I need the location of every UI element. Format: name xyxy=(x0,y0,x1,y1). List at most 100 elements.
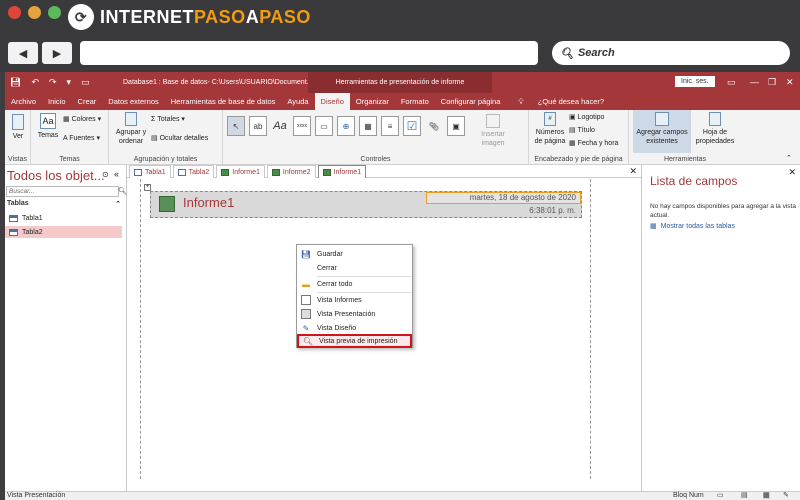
nav-item-tabla2[interactable]: Tabla2 xyxy=(5,226,122,238)
collapse-section-icon[interactable]: ⌃ xyxy=(115,200,121,208)
tab-herramientas-bd[interactable]: Herramientas de base de datos xyxy=(165,93,282,110)
ocultar-detalles-button[interactable]: ▤ Ocultar detalles xyxy=(151,134,208,143)
group-controles: ↖ ab Aa xxxx ▭ ⊕ ▦ ≡ ☑ 📎︎ ▣ Insertar ima… xyxy=(223,110,529,165)
colores-button[interactable]: ▦ Colores ▾ xyxy=(63,115,101,124)
group-herramientas: Agregar campos existentes Hoja de propie… xyxy=(629,110,741,165)
nav-section-tablas[interactable]: Tablas ⌃ xyxy=(7,200,125,208)
menu-item-vista-previa[interactable]: 🔍︎ Vista previa de impresión xyxy=(297,334,412,348)
agrupar-ordenar-button[interactable]: Agrupar y ordenar xyxy=(115,112,147,146)
browser-search[interactable]: 🔍︎ Search xyxy=(552,41,790,65)
doc-tab-tabla2[interactable]: Tabla2 xyxy=(172,165,215,178)
maximize-window-dot[interactable] xyxy=(48,6,61,19)
window-icon[interactable]: ▭ xyxy=(81,77,90,88)
report-view-status-icon[interactable]: ▭ xyxy=(717,491,724,499)
totales-button[interactable]: Σ Totales ▾ xyxy=(151,115,185,124)
layout-view-status-icon[interactable]: ▦ xyxy=(763,491,770,499)
fecha-hora-button[interactable]: ▦ Fecha y hora xyxy=(569,139,618,148)
undo-icon[interactable]: ↶ xyxy=(31,77,39,88)
sign-in-button[interactable]: Inic. ses. xyxy=(675,76,715,87)
insertar-imagen-button[interactable]: Insertar imagen xyxy=(473,114,513,148)
report-time[interactable]: 6:38:01 p. m. xyxy=(529,206,576,215)
close-window-dot[interactable] xyxy=(8,6,21,19)
close-pane-icon[interactable]: ✕ xyxy=(788,167,796,178)
checkbox-control-icon[interactable]: ☑ xyxy=(403,116,421,136)
label-control-icon[interactable]: Aa xyxy=(271,116,289,136)
design-view-status-icon[interactable]: ✎ xyxy=(783,491,789,499)
doc-tab-tabla1[interactable]: Tabla1 xyxy=(129,165,171,178)
attachment-control-icon[interactable]: 📎︎ xyxy=(425,116,443,136)
agregar-campos-button[interactable]: Agregar campos existentes xyxy=(633,110,691,153)
doc-tab-informe1[interactable]: Informe1 xyxy=(216,165,265,178)
minimize-icon[interactable]: — xyxy=(750,77,759,87)
report-logo-icon[interactable] xyxy=(159,196,175,212)
tab-organizar[interactable]: Organizar xyxy=(350,93,395,110)
collapse-ribbon-icon[interactable]: ⌃ xyxy=(786,154,792,163)
tab-configurar-pagina[interactable]: Configurar página xyxy=(435,93,507,110)
doc-tab-informe2[interactable]: Informe2 xyxy=(266,165,316,178)
status-bar: Vista Presentación Bloq Num ▭ ▤ ▦ ✎ xyxy=(5,491,800,500)
menu-item-vista-diseno[interactable]: ✎ Vista Diseño xyxy=(297,321,412,335)
report-date[interactable]: martes, 18 de agosto de 2020 xyxy=(426,192,581,204)
ver-button[interactable]: Ver xyxy=(8,114,28,141)
temas-button[interactable]: Aa Temas xyxy=(37,113,59,140)
select-pointer-icon[interactable]: ↖ xyxy=(227,116,245,136)
tab-inicio[interactable]: Inicio xyxy=(42,93,72,110)
nav-item-tabla1[interactable]: Tabla1 xyxy=(5,212,122,224)
customize-qat-icon[interactable]: ▾ xyxy=(67,77,72,88)
ribbon-display-icon[interactable]: ▭ xyxy=(727,77,736,88)
image-control-icon[interactable]: ▣ xyxy=(447,116,465,136)
collapse-nav-icon[interactable]: « xyxy=(114,169,119,179)
tab-archivo[interactable]: Archivo xyxy=(5,93,42,110)
menu-item-guardar[interactable]: 💾︎ Guardar xyxy=(297,247,412,261)
numeros-pagina-button[interactable]: # Números de página xyxy=(533,112,567,146)
restore-icon[interactable]: ❐ xyxy=(768,77,776,88)
logotipo-button[interactable]: ▣ Logotipo xyxy=(569,113,604,122)
hyperlink-control-icon[interactable]: ⊕ xyxy=(337,116,355,136)
report-title[interactable]: Informe1 xyxy=(183,195,234,210)
redo-icon[interactable]: ↷ xyxy=(49,77,57,88)
titulo-button[interactable]: ▤ Título xyxy=(569,126,595,135)
navigation-control-icon[interactable]: ▦ xyxy=(359,116,377,136)
hoja-propiedades-button[interactable]: Hoja de propiedades xyxy=(693,112,737,146)
close-icon[interactable]: ✕ xyxy=(786,77,794,88)
textbox-control-icon[interactable]: ab xyxy=(249,116,267,136)
report-header-band[interactable]: Informe1 martes, 18 de agosto de 2020 6:… xyxy=(150,191,582,218)
nav-menu-icon[interactable]: ⊙ xyxy=(102,170,109,179)
group-label-agrupacion: Agrupación y totales xyxy=(133,156,198,163)
calendar-icon: ▦ xyxy=(569,140,578,147)
doc-tab-informe1-active[interactable]: Informe1 xyxy=(317,165,367,178)
show-all-tables-link[interactable]: ▦ Mostrar todas las tablas xyxy=(650,222,735,231)
close-document-icon[interactable]: ✕ xyxy=(629,166,637,177)
menu-item-cerrar[interactable]: Cerrar xyxy=(297,261,412,275)
print-preview-status-icon[interactable]: ▤ xyxy=(741,491,748,499)
page-number-icon: # xyxy=(544,112,556,126)
button-control-icon[interactable]: xxxx xyxy=(293,116,311,136)
menu-item-cerrar-todo[interactable]: ▬ Cerrar todo xyxy=(297,277,412,291)
nav-search-input[interactable]: Buscar... xyxy=(6,186,119,197)
tell-me-box[interactable]: 💡︎ ¿Qué desea hacer? xyxy=(506,93,616,110)
context-tools-title: Herramientas de presentación de informe xyxy=(308,72,492,93)
save-icon[interactable]: 💾︎ xyxy=(10,77,21,88)
tab-datos-externos[interactable]: Datos externos xyxy=(102,93,164,110)
tab-control-icon[interactable]: ▭ xyxy=(315,116,333,136)
layout-move-handle[interactable]: + xyxy=(144,184,151,191)
site-logo: ⟳ INTERNETPASOAPASO xyxy=(68,2,311,32)
tab-ayuda[interactable]: Ayuda xyxy=(281,93,314,110)
minimize-window-dot[interactable] xyxy=(28,6,41,19)
browser-chrome: ⟳ INTERNETPASOAPASO ◀ ▶ 🔍︎ Search xyxy=(0,0,800,72)
quick-access-toolbar: 💾︎ ↶ ↷ ▾ ▭ xyxy=(10,77,90,88)
picture-icon xyxy=(486,114,500,128)
menu-item-vista-informes[interactable]: Vista Informes xyxy=(297,293,412,307)
fuentes-button[interactable]: A Fuentes ▾ xyxy=(63,134,100,143)
nav-title[interactable]: Todos los objet... xyxy=(7,168,105,183)
tab-diseno[interactable]: Diseño xyxy=(314,93,350,110)
group-label-vistas: Vistas xyxy=(8,156,27,163)
menu-item-vista-presentacion[interactable]: Vista Presentación xyxy=(297,307,412,321)
tab-formato[interactable]: Formato xyxy=(395,93,435,110)
forward-button[interactable]: ▶ xyxy=(42,42,72,64)
url-bar[interactable] xyxy=(80,41,538,65)
group-sort-icon xyxy=(125,112,137,126)
back-button[interactable]: ◀ xyxy=(8,42,38,64)
combo-control-icon[interactable]: ≡ xyxy=(381,116,399,136)
tab-crear[interactable]: Crear xyxy=(72,93,103,110)
